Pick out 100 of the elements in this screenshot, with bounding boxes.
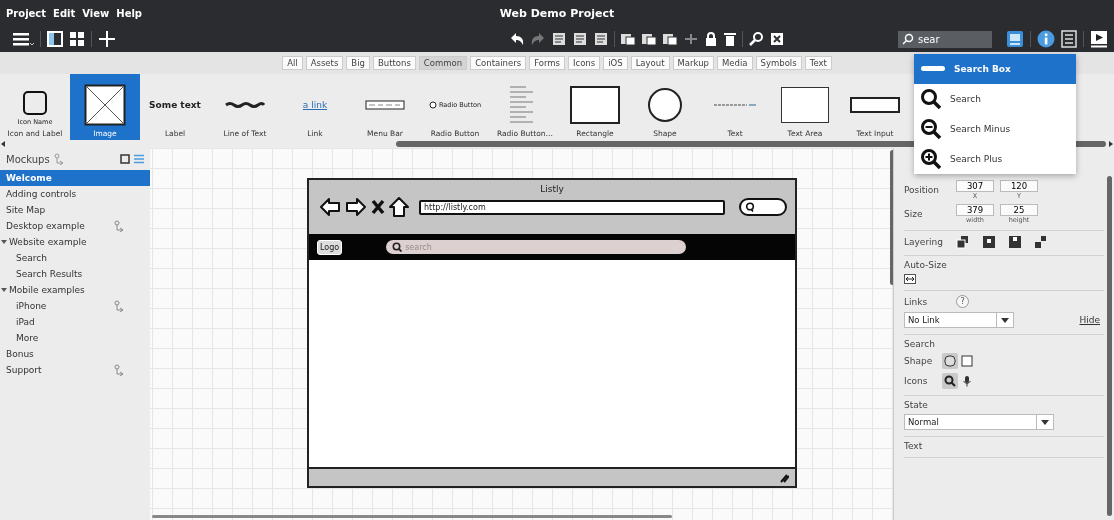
layer-icon[interactable] bbox=[641, 31, 657, 47]
image-icon[interactable] bbox=[1006, 30, 1024, 48]
tree-item[interactable]: Adding controls bbox=[0, 186, 150, 202]
filter-tab[interactable]: All bbox=[282, 56, 303, 70]
redo-icon[interactable] bbox=[530, 31, 546, 47]
tree-item[interactable]: More bbox=[0, 330, 150, 346]
document-icon[interactable] bbox=[551, 31, 567, 47]
filter-tab[interactable]: Buttons bbox=[372, 56, 416, 70]
scroll-right-icon[interactable] bbox=[1108, 140, 1114, 148]
filter-tab[interactable]: Assets bbox=[305, 56, 344, 70]
auto-size-icon[interactable] bbox=[904, 274, 916, 284]
forward-arrow-icon bbox=[345, 197, 367, 217]
menu-item[interactable]: Help bbox=[116, 7, 143, 19]
filter-tab[interactable]: Big bbox=[346, 56, 370, 70]
layer-order-icon[interactable] bbox=[956, 235, 970, 249]
back-arrow-icon bbox=[319, 197, 341, 217]
section-label: Search bbox=[904, 339, 936, 349]
filter-tab[interactable]: Media bbox=[717, 56, 753, 70]
grid-icon[interactable] bbox=[69, 31, 85, 47]
number-field[interactable]: 379 bbox=[956, 204, 994, 216]
menu-bar-drawing bbox=[365, 100, 405, 110]
menu-item[interactable]: Search Box bbox=[914, 54, 1076, 84]
square-icon bbox=[23, 90, 47, 115]
tree-item[interactable]: Support bbox=[0, 362, 150, 378]
menu-item[interactable]: Search Minus bbox=[914, 114, 1076, 144]
menu-item[interactable]: Edit bbox=[53, 7, 76, 19]
tree-item[interactable]: Search bbox=[0, 250, 150, 266]
search-icon bbox=[392, 242, 403, 252]
scrollbar-thumb[interactable] bbox=[152, 515, 672, 518]
section-label: Text bbox=[904, 441, 924, 451]
link-icon bbox=[114, 220, 124, 232]
caret-icon[interactable] bbox=[1, 287, 7, 293]
tree-item[interactable]: iPad bbox=[0, 314, 150, 330]
state-dropdown[interactable]: Normal bbox=[904, 414, 1054, 430]
number-field[interactable]: 25 bbox=[1000, 204, 1038, 216]
section-label: Links bbox=[904, 296, 929, 307]
filter-tab[interactable]: Text bbox=[804, 56, 832, 70]
resize-grip-icon bbox=[779, 472, 789, 483]
filter-tab[interactable]: Icons bbox=[567, 56, 601, 70]
caret-icon[interactable] bbox=[1, 239, 7, 245]
layer-order-icon[interactable] bbox=[1034, 235, 1048, 249]
text-input-shape bbox=[850, 97, 900, 113]
scrollbar-thumb[interactable] bbox=[1107, 176, 1112, 516]
tree-item[interactable]: iPhone bbox=[0, 298, 150, 314]
scroll-left-icon[interactable] bbox=[0, 140, 6, 148]
zoom-out-icon bbox=[920, 118, 942, 140]
square-icon[interactable] bbox=[120, 154, 130, 164]
section-label: State bbox=[904, 400, 929, 410]
search-field[interactable]: sear bbox=[898, 30, 992, 48]
search-icon[interactable] bbox=[748, 31, 764, 47]
help-button[interactable]: ? bbox=[956, 295, 969, 308]
icon-option[interactable] bbox=[942, 373, 958, 389]
text-block-drawing bbox=[713, 102, 757, 108]
search-icon bbox=[920, 88, 942, 110]
filter-tab[interactable]: Forms bbox=[529, 56, 565, 70]
layer-icon[interactable] bbox=[620, 31, 636, 47]
menu-icon[interactable] bbox=[12, 31, 34, 47]
sample-text: Some text bbox=[149, 100, 201, 110]
lock-icon[interactable] bbox=[704, 31, 718, 47]
tree-item[interactable]: Website example bbox=[0, 234, 150, 250]
section-label: Auto-Size bbox=[904, 260, 948, 270]
menu-item[interactable]: Search bbox=[914, 84, 1076, 114]
tree-item[interactable]: Welcome bbox=[0, 170, 150, 186]
panel-icon[interactable] bbox=[47, 31, 63, 47]
list-icon[interactable] bbox=[1061, 30, 1077, 48]
shape-option[interactable] bbox=[942, 353, 958, 369]
number-field[interactable]: 120 bbox=[1000, 180, 1038, 192]
tree-item[interactable]: Desktop example bbox=[0, 218, 150, 234]
field-label: Icons bbox=[904, 376, 929, 386]
layer-order-icon[interactable] bbox=[1008, 235, 1022, 249]
filter-tab[interactable]: Symbols bbox=[755, 56, 802, 70]
layer-icon[interactable] bbox=[662, 31, 678, 47]
plus-icon[interactable] bbox=[98, 30, 116, 48]
tree-item[interactable]: Mobile examples bbox=[0, 282, 150, 298]
url-field[interactable]: http://listly.com bbox=[419, 199, 725, 215]
filter-tab[interactable]: iOS bbox=[603, 56, 628, 70]
menu-item[interactable]: Project bbox=[6, 7, 47, 19]
menu-item[interactable]: View bbox=[82, 7, 110, 19]
hide-link[interactable]: Hide bbox=[1079, 315, 1100, 325]
tree-item[interactable]: Search Results bbox=[0, 266, 150, 282]
sample-link: a link bbox=[302, 100, 328, 110]
tree-item[interactable]: Bonus bbox=[0, 346, 150, 362]
document-icon[interactable] bbox=[572, 31, 588, 47]
undo-icon[interactable] bbox=[509, 31, 525, 47]
number-field[interactable]: 307 bbox=[956, 180, 994, 192]
tree-item[interactable]: Site Map bbox=[0, 202, 150, 218]
trash-icon[interactable] bbox=[723, 31, 737, 47]
info-icon[interactable] bbox=[1037, 30, 1055, 48]
link-dropdown[interactable]: No Link bbox=[904, 312, 1014, 328]
filter-tab[interactable]: Common bbox=[418, 56, 468, 70]
browser-window-mockup[interactable]: Listly http://listly.com Logo search bbox=[307, 178, 797, 488]
document-icon[interactable] bbox=[593, 31, 609, 47]
filter-tab[interactable]: Layout bbox=[630, 56, 670, 70]
search-field[interactable] bbox=[739, 198, 787, 216]
filter-tab[interactable]: Containers bbox=[470, 56, 527, 70]
close-box-icon[interactable] bbox=[769, 31, 785, 47]
play-icon[interactable] bbox=[1090, 30, 1108, 48]
layer-order-icon[interactable] bbox=[982, 235, 996, 249]
menu-item[interactable]: Search Plus bbox=[914, 144, 1076, 174]
filter-tab[interactable]: Markup bbox=[672, 56, 714, 70]
